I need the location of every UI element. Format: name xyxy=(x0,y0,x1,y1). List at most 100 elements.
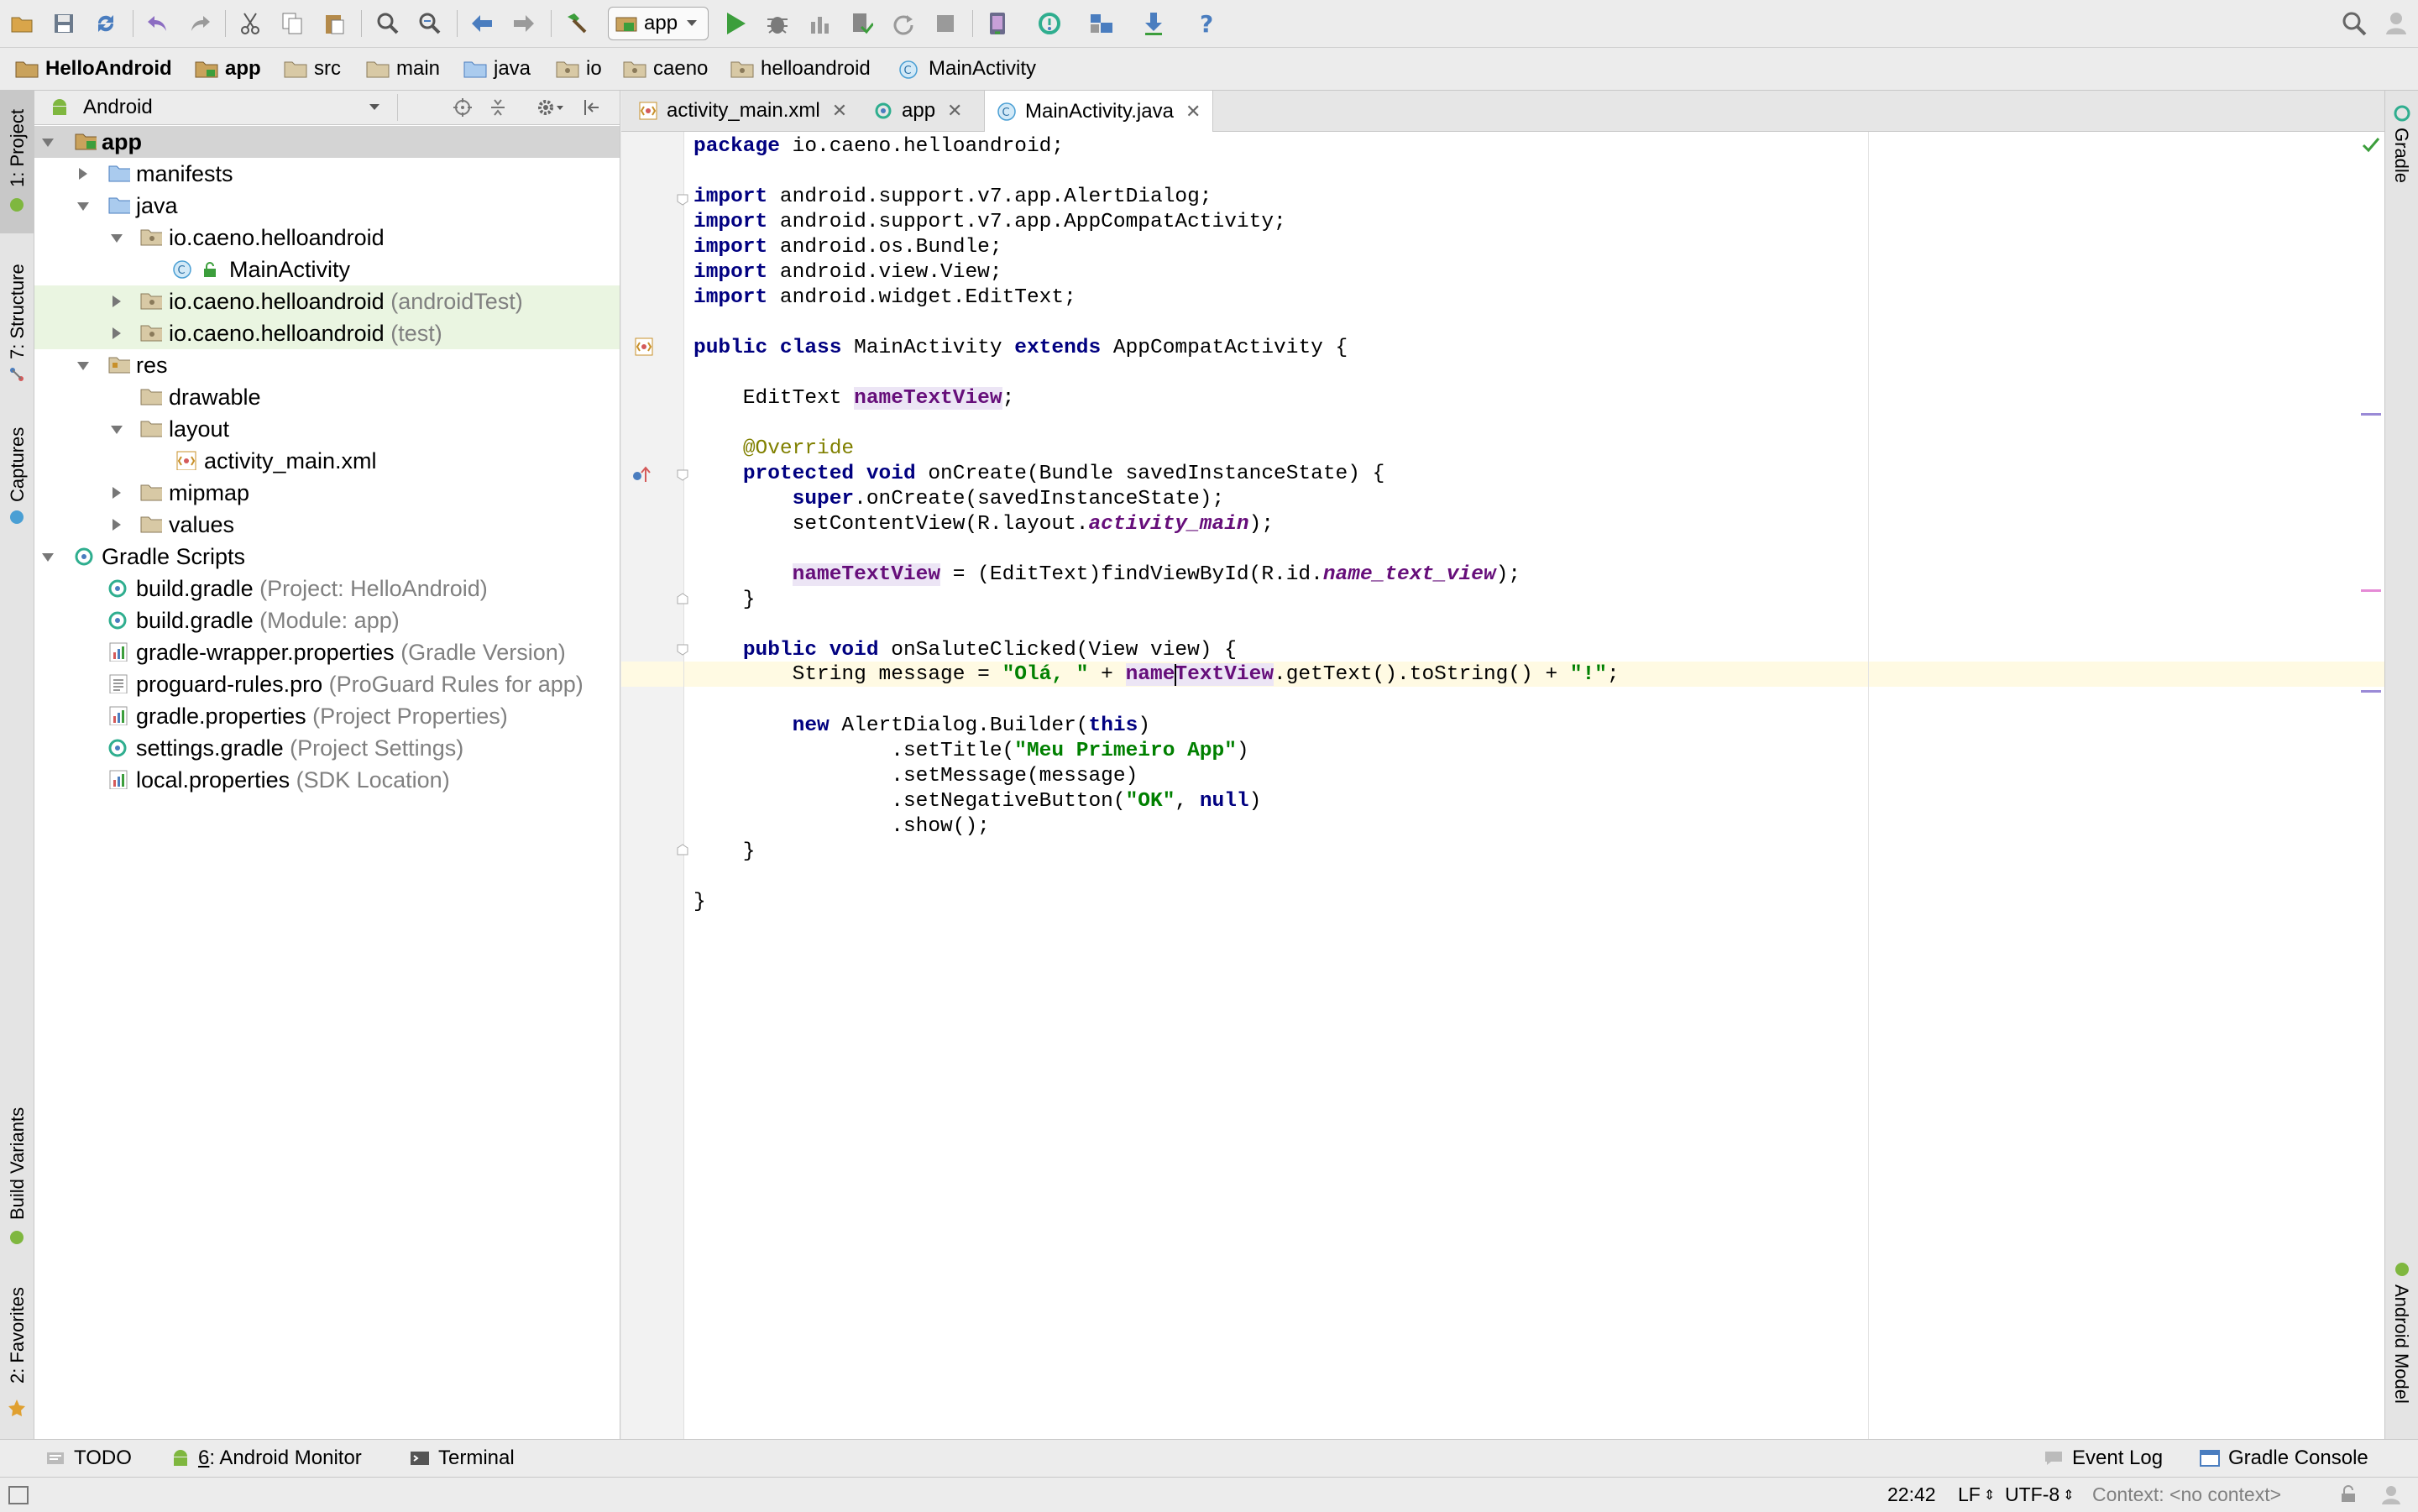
no-errors-check-icon[interactable] xyxy=(2361,136,2381,154)
sdk-manager-icon[interactable] xyxy=(1138,8,1169,39)
tree-node-mainactivity[interactable]: C MainActivity xyxy=(34,254,620,285)
tool-tab-project[interactable]: 1: Project xyxy=(7,109,29,187)
redo-icon[interactable] xyxy=(185,8,215,39)
fold-icon[interactable] xyxy=(677,593,688,604)
back-icon[interactable] xyxy=(467,8,497,39)
breadcrumb-item-java[interactable]: java xyxy=(463,48,531,90)
collapse-all-icon[interactable] xyxy=(488,97,508,118)
tool-tab-structure[interactable]: 7: Structure xyxy=(7,264,29,359)
tree-node-package-androidtest[interactable]: io.caeno.helloandroid (androidTest) xyxy=(34,285,620,317)
undo-icon[interactable] xyxy=(143,8,173,39)
tree-node-build-gradle-module[interactable]: build.gradle (Module: app) xyxy=(34,604,620,636)
tree-node-settings-gradle[interactable]: settings.gradle (Project Settings) xyxy=(34,732,620,764)
tree-node-mipmap[interactable]: mipmap xyxy=(34,477,620,509)
gear-icon[interactable] xyxy=(536,97,565,118)
context-indicator[interactable]: Context: <no context> xyxy=(2092,1478,2281,1512)
help-icon[interactable]: ? xyxy=(1192,8,1222,39)
editor-gutter[interactable] xyxy=(621,132,684,1439)
find-icon[interactable] xyxy=(373,8,403,39)
tree-node-res[interactable]: res xyxy=(34,349,620,381)
breadcrumb-item-io[interactable]: io xyxy=(556,48,602,90)
avd-manager-icon[interactable] xyxy=(982,8,1013,39)
tab-app-gradle[interactable]: app ✕ xyxy=(873,91,962,131)
search-everywhere-icon[interactable] xyxy=(2339,8,2369,39)
tool-tab-favorites[interactable]: 2: Favorites xyxy=(7,1287,29,1384)
caret-position[interactable]: 22:42 xyxy=(1887,1478,1936,1512)
rerun-icon[interactable] xyxy=(888,8,919,39)
stop-icon[interactable] xyxy=(930,8,960,39)
run-icon[interactable] xyxy=(720,8,751,39)
breadcrumb-item-main[interactable]: main xyxy=(366,48,440,90)
tool-tab-android-model[interactable]: Android Model xyxy=(2390,1284,2412,1404)
breadcrumb-item-project[interactable]: HelloAndroid xyxy=(15,48,172,90)
paste-icon[interactable] xyxy=(319,8,349,39)
forward-icon[interactable] xyxy=(509,8,539,39)
tree-node-package-main[interactable]: io.caeno.helloandroid xyxy=(34,222,620,254)
tree-node-gradle-properties[interactable]: gradle.properties (Project Properties) xyxy=(34,700,620,732)
tree-node-drawable[interactable]: drawable xyxy=(34,381,620,413)
chevron-down-icon[interactable] xyxy=(369,103,380,112)
project-structure-icon[interactable] xyxy=(1086,8,1117,39)
breadcrumb-item-src[interactable]: src xyxy=(284,48,341,90)
tree-node-app[interactable]: app xyxy=(34,126,620,158)
debug-icon[interactable] xyxy=(762,8,793,39)
replace-icon[interactable] xyxy=(415,8,445,39)
save-icon[interactable] xyxy=(49,8,79,39)
toggle-tool-windows-icon[interactable] xyxy=(8,1486,29,1504)
tool-tab-event-log[interactable]: Event Log xyxy=(2044,1440,2163,1477)
fold-icon[interactable] xyxy=(677,194,688,206)
tree-node-manifests[interactable]: manifests xyxy=(34,158,620,190)
tree-node-values[interactable]: values xyxy=(34,509,620,541)
close-icon[interactable]: ✕ xyxy=(947,100,962,122)
view-mode-select[interactable]: Android xyxy=(83,96,153,119)
user-icon[interactable] xyxy=(2381,8,2411,39)
tree-node-build-gradle-project[interactable]: build.gradle (Project: HelloAndroid) xyxy=(34,573,620,604)
error-stripe-mark[interactable] xyxy=(2361,589,2381,592)
encoding-select[interactable]: UTF-8 ⇕ xyxy=(2005,1478,2075,1512)
hide-panel-icon[interactable] xyxy=(582,97,602,118)
run-configuration-select[interactable]: app xyxy=(608,7,709,40)
breadcrumb-item-caeno[interactable]: caeno xyxy=(623,48,708,90)
line-separator-select[interactable]: LF ⇕ xyxy=(1958,1478,1995,1512)
tool-tab-todo[interactable]: TODO xyxy=(45,1440,132,1477)
tree-node-layout[interactable]: layout xyxy=(34,413,620,445)
close-icon[interactable]: ✕ xyxy=(1185,101,1201,123)
scroll-from-source-icon[interactable] xyxy=(453,97,473,118)
breadcrumb-item-app[interactable]: app xyxy=(195,48,261,90)
fold-icon[interactable] xyxy=(677,644,688,656)
override-method-icon[interactable] xyxy=(631,465,652,484)
tool-tab-build-variants[interactable]: Build Variants xyxy=(7,1107,29,1220)
breadcrumb-item-helloandroid[interactable]: helloandroid xyxy=(730,48,871,90)
tool-tab-captures[interactable]: Captures xyxy=(7,427,29,502)
tab-activity-main-xml[interactable]: activity_main.xml ✕ xyxy=(638,91,847,131)
tool-tab-android-monitor[interactable]: 6: Android Monitor xyxy=(171,1440,362,1477)
fold-icon[interactable] xyxy=(677,469,688,481)
error-stripe-mark[interactable] xyxy=(2361,413,2381,416)
apply-changes-icon[interactable] xyxy=(846,8,877,39)
sync-icon[interactable] xyxy=(91,8,121,39)
breadcrumb-item-mainactivity[interactable]: C MainActivity xyxy=(898,48,1036,90)
open-icon[interactable] xyxy=(7,8,37,39)
close-icon[interactable]: ✕ xyxy=(832,100,847,122)
tree-node-gradle-wrapper[interactable]: gradle-wrapper.properties (Gradle Versio… xyxy=(34,636,620,668)
tree-node-gradle-scripts[interactable]: Gradle Scripts xyxy=(34,541,620,573)
copy-icon[interactable] xyxy=(277,8,307,39)
sync-gradle-icon[interactable] xyxy=(1034,8,1065,39)
tree-node-local-properties[interactable]: local.properties (SDK Location) xyxy=(34,764,620,796)
tool-tab-gradle-console[interactable]: Gradle Console xyxy=(2200,1440,2368,1477)
lock-icon[interactable] xyxy=(2339,1485,2358,1504)
fold-icon[interactable] xyxy=(677,844,688,855)
layout-file-icon[interactable] xyxy=(635,337,653,356)
tree-node-proguard[interactable]: proguard-rules.pro (ProGuard Rules for a… xyxy=(34,668,620,700)
tree-node-java[interactable]: java xyxy=(34,190,620,222)
tree-node-activity-main-xml[interactable]: activity_main.xml xyxy=(34,445,620,477)
tab-mainactivity-java[interactable]: C MainActivity.java ✕ xyxy=(984,91,1214,132)
make-icon[interactable] xyxy=(561,8,591,39)
tree-node-package-test[interactable]: io.caeno.helloandroid (test) xyxy=(34,317,620,349)
error-stripe-mark[interactable] xyxy=(2361,690,2381,693)
attach-icon[interactable] xyxy=(804,8,835,39)
user-icon[interactable] xyxy=(2381,1484,2401,1504)
tool-tab-terminal[interactable]: Terminal xyxy=(410,1440,515,1477)
tool-tab-gradle[interactable]: Gradle xyxy=(2390,128,2412,183)
cut-icon[interactable] xyxy=(235,8,265,39)
